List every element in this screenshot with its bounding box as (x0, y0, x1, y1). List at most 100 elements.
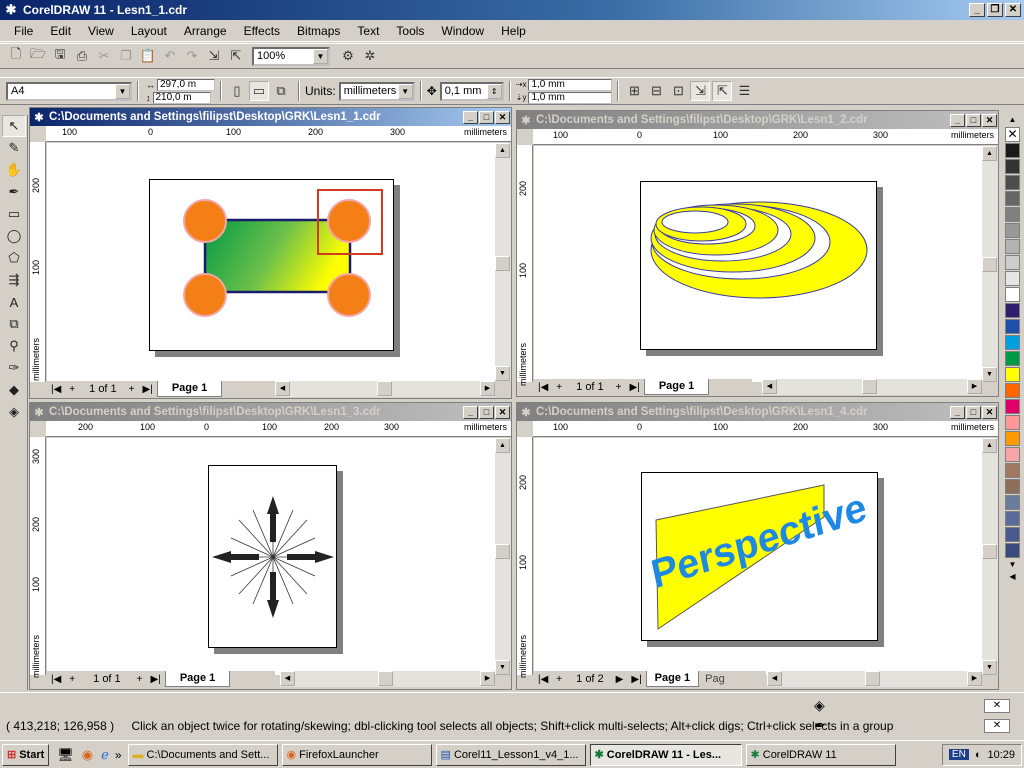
scroll-thumb[interactable] (377, 381, 392, 396)
taskbar-item-coreldraw[interactable]: ✱ CorelDRAW 11 (745, 743, 896, 766)
shape-tool-icon[interactable]: ✎ (2, 137, 26, 159)
portrait-icon[interactable]: ▯ (227, 81, 247, 101)
color-swatch[interactable] (1005, 543, 1020, 558)
page-tab[interactable]: Page 1 (156, 381, 223, 397)
menu-text[interactable]: Text (357, 24, 379, 38)
paste-icon[interactable]: 📋 (138, 46, 158, 66)
vertical-ruler[interactable]: 200 100 millimeters (517, 437, 533, 678)
scroll-thumb[interactable] (862, 379, 877, 394)
print-icon[interactable]: ⎙ (72, 46, 92, 66)
fill-swatch[interactable]: ✕ (984, 699, 1010, 713)
color-swatch[interactable] (1005, 527, 1020, 542)
taskbar-item-explorer[interactable]: ▬ C:\Documents and Sett... (127, 743, 278, 766)
taskbar-item-firefox[interactable]: ◉ FirefoxLauncher (281, 743, 432, 766)
document-window-2-titlebar[interactable]: ✱ C:\Documents and Settings\filipst\Desk… (517, 111, 998, 129)
page-tab-2[interactable]: Pag (699, 673, 725, 685)
vertical-scrollbar[interactable]: ▲ ▼ (982, 146, 998, 382)
vertical-ruler[interactable]: 200 100 millimeters (30, 142, 46, 382)
doc-close-button[interactable]: ✕ (982, 113, 997, 127)
color-swatch[interactable] (1005, 303, 1020, 318)
menu-file[interactable]: File (14, 24, 33, 38)
firefox-icon[interactable]: ◉ (82, 747, 93, 763)
document-window-2[interactable]: ✱ C:\Documents and Settings\filipst\Desk… (516, 110, 999, 397)
scroll-thumb[interactable] (865, 671, 880, 686)
doc-maximize-button[interactable]: □ (966, 113, 981, 127)
scroll-thumb[interactable] (495, 256, 510, 271)
outline-swatch[interactable]: ✕ (984, 719, 1010, 733)
scroll-thumb[interactable] (982, 257, 997, 272)
vertical-ruler[interactable]: 200 100 millimeters (517, 145, 533, 386)
open-icon[interactable]: 🗁 (28, 46, 48, 66)
horizontal-scrollbar[interactable]: ◀ ▶ (280, 671, 495, 687)
scroll-down-icon[interactable]: ▼ (495, 366, 510, 381)
outline-pen-icon[interactable]: ✒ (814, 717, 826, 734)
horizontal-ruler[interactable]: 200 100 0 100 200 300 millimeters (46, 421, 511, 437)
options-icon[interactable]: ☰ (734, 81, 754, 101)
first-page-icon[interactable]: |◀ (51, 384, 61, 395)
vertical-scrollbar[interactable]: ▲ ▼ (495, 143, 511, 381)
orange-circle[interactable] (327, 199, 371, 243)
duplicate-distance-y[interactable]: 1,0 mm (528, 91, 613, 104)
copy-icon[interactable]: ❐ (116, 46, 136, 66)
tray-app-icon[interactable]: ◐ (975, 749, 982, 761)
scroll-left-icon[interactable]: ◀ (275, 381, 290, 396)
first-page-icon[interactable]: |◀ (51, 674, 61, 685)
color-swatch[interactable] (1005, 415, 1020, 430)
scroll-thumb[interactable] (982, 544, 997, 559)
application-launcher-icon[interactable]: ⚙ (338, 46, 358, 66)
pan-tool-icon[interactable]: ✋ (2, 159, 26, 181)
color-swatch[interactable] (1005, 143, 1020, 158)
color-swatch[interactable] (1005, 159, 1020, 174)
draw-preview-icon[interactable]: ⇱ (712, 81, 733, 101)
scroll-down-icon[interactable]: ▼ (495, 660, 510, 675)
add-page-before-icon[interactable]: + (69, 384, 75, 395)
color-swatch[interactable] (1005, 191, 1020, 206)
duplicate-distance-x[interactable]: 1,0 mm (528, 78, 613, 91)
minimize-button[interactable]: _ (969, 3, 985, 17)
palette-scroll-down-icon[interactable]: ▼ (1005, 560, 1020, 570)
drawing-canvas[interactable] (47, 438, 495, 675)
set-default-icon[interactable]: ⧉ (271, 81, 291, 101)
palette-scroll-up-icon[interactable]: ▲ (1005, 115, 1020, 125)
horizontal-scrollbar[interactable]: ◀ ▶ (762, 379, 982, 395)
chevron-down-icon[interactable]: ▼ (397, 83, 413, 99)
orange-circle[interactable] (183, 199, 227, 243)
drawing-page[interactable] (640, 181, 877, 350)
scroll-thumb[interactable] (378, 671, 393, 686)
document-window-4-titlebar[interactable]: ✱ C:\Documents and Settings\filipst\Desk… (517, 403, 998, 421)
drawing-canvas[interactable] (47, 143, 495, 381)
freehand-tool-icon[interactable]: ✒ (2, 181, 26, 203)
nudge-field[interactable]: 0,1 mm ⇕ (439, 81, 504, 101)
scroll-down-icon[interactable]: ▼ (982, 660, 997, 675)
color-swatch[interactable] (1005, 319, 1020, 334)
quicklaunch-more-icon[interactable]: » (115, 748, 122, 762)
doc-maximize-button[interactable]: □ (479, 405, 494, 419)
page-tab[interactable]: Page 1 (643, 379, 710, 395)
scroll-right-icon[interactable]: ▶ (967, 379, 982, 394)
interactive-blend-tool-icon[interactable]: ⧉ (2, 313, 26, 335)
document-window-1-titlebar[interactable]: ✱ C:\Documents and Settings\filipst\Desk… (30, 108, 511, 126)
undo-icon[interactable]: ↶ (160, 46, 180, 66)
basic-shapes-tool-icon[interactable]: ⇶ (2, 269, 26, 291)
landscape-icon[interactable]: ▭ (249, 81, 269, 101)
doc-maximize-button[interactable]: □ (479, 110, 494, 124)
color-swatch[interactable] (1005, 479, 1020, 494)
interactive-fill-tool-icon[interactable]: ◈ (2, 401, 26, 423)
color-swatch[interactable] (1005, 207, 1020, 222)
paper-size-combo[interactable]: A4 ▼ (6, 81, 132, 101)
color-swatch[interactable] (1005, 463, 1020, 478)
color-swatch[interactable] (1005, 287, 1020, 302)
start-button[interactable]: ⊞ Start (2, 743, 50, 766)
color-swatch[interactable] (1005, 223, 1020, 238)
rectangle-tool-icon[interactable]: ▭ (2, 203, 26, 225)
language-indicator[interactable]: EN (948, 749, 969, 760)
last-page-icon[interactable]: ▶| (631, 674, 641, 685)
color-swatch[interactable] (1005, 255, 1020, 270)
drawing-canvas[interactable] (534, 146, 982, 382)
taskbar-item-lesson-doc[interactable]: ▤ Corel11_Lesson1_v4_1... (435, 743, 586, 766)
horizontal-ruler[interactable]: 100 0 100 200 300 millimeters (46, 126, 511, 142)
chevron-down-icon[interactable]: ▼ (313, 48, 328, 64)
chevron-down-icon[interactable]: ▼ (115, 83, 130, 99)
first-page-icon[interactable]: |◀ (538, 674, 548, 685)
color-swatch[interactable] (1005, 495, 1020, 510)
